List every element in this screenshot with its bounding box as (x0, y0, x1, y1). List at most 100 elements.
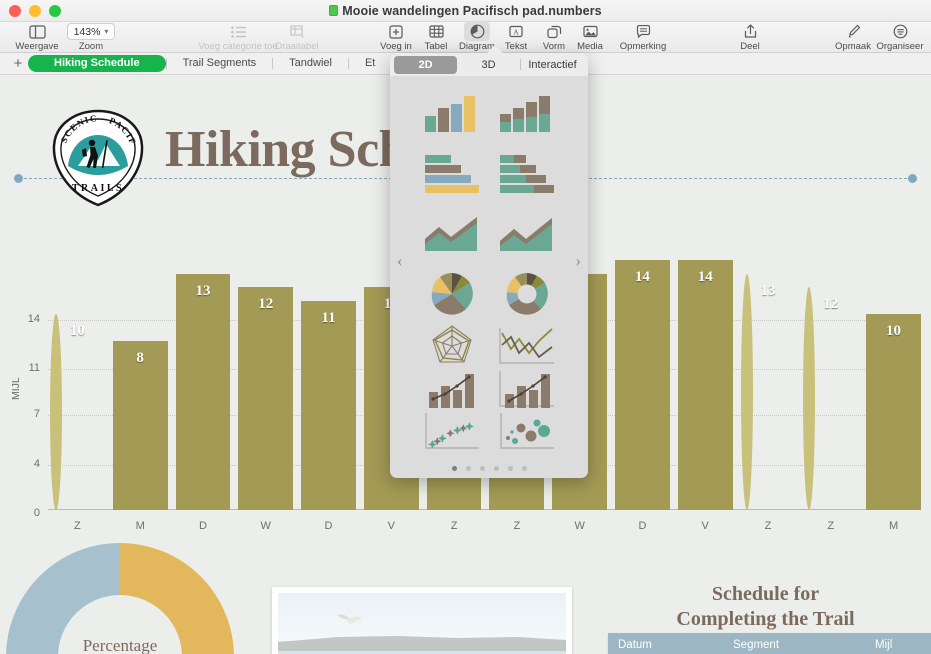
schedule-title-line-1: Schedule for (600, 582, 931, 607)
chart-bar-group[interactable]: 12 (803, 230, 858, 510)
format-brush-icon (846, 22, 861, 41)
toolbar-button-tabel[interactable]: Tabel (415, 22, 457, 52)
chart-type-pie-chart-icon[interactable] (414, 264, 489, 324)
y-tick-7: 7 (22, 408, 40, 420)
toolbar-button-deel[interactable]: Deel (718, 22, 782, 52)
sheet-tab-hiking-schedule[interactable]: Hiking Schedule (28, 55, 166, 72)
schedule-table[interactable]: Datum Segment Mijl 5–20 juli 2015 Califo… (608, 633, 931, 654)
toolbar-button-draaitabel: Draaitabel (265, 22, 329, 52)
chart-bar-group[interactable]: 14 (678, 230, 733, 510)
chart-bar-value: 13 (176, 283, 231, 300)
chart-bar[interactable] (238, 287, 293, 510)
chart-bar-value: 14 (678, 269, 733, 286)
chart-x-label: Z (741, 520, 796, 532)
toolbar-label-zoom: Zoom (79, 41, 103, 52)
chart-type-bubble-chart-icon[interactable] (489, 410, 564, 452)
donut-center-label: Percentage of Trail (0, 635, 240, 654)
y-tick-4: 4 (22, 458, 40, 470)
chart-type-stacked-area-chart-icon[interactable] (489, 204, 564, 264)
popover-segmented-control: 2D 3D Interactief (390, 53, 588, 76)
selection-handle-right[interactable] (908, 174, 917, 183)
chart-type-area-chart-icon[interactable] (414, 204, 489, 264)
donut-chart[interactable]: Percentage of Trail (0, 537, 240, 654)
popover-page-dot[interactable] (508, 466, 513, 471)
chart-type-column-line-2-chart-icon[interactable] (489, 368, 564, 410)
chart-type-scatter-chart-icon[interactable] (414, 410, 489, 452)
coastline-photo[interactable] (272, 587, 572, 654)
chart-bar[interactable] (678, 260, 733, 510)
zoom-select[interactable]: 143% ▾ (67, 23, 116, 40)
sheet-tab-tandwiel[interactable]: Tandwiel (273, 55, 348, 72)
chart-bar[interactable] (741, 274, 753, 510)
popover-page-dot[interactable] (452, 466, 457, 471)
popover-next-button[interactable]: › (575, 251, 581, 271)
table-header-row: Datum Segment Mijl (608, 633, 931, 654)
tab-interactief[interactable]: Interactief (521, 56, 584, 74)
popover-prev-button[interactable]: ‹ (397, 251, 403, 271)
chart-x-label: Z (427, 520, 482, 532)
popover-page-dot[interactable] (480, 466, 485, 471)
chart-x-label: M (113, 520, 168, 532)
chart-type-radar-chart-icon[interactable] (414, 324, 489, 368)
chart-bar-group[interactable]: 13 (741, 230, 796, 510)
organize-icon (893, 22, 908, 41)
chart-type-line-chart-icon[interactable] (489, 324, 564, 368)
popover-page-dot[interactable] (522, 466, 527, 471)
toolbar-zoom-control[interactable]: 143% ▾ Zoom (53, 22, 129, 52)
toolbar-label-voeg-in: Voeg in (380, 41, 412, 52)
document-title: Mooie wandelingen Pacifisch pad.numbers (342, 4, 602, 18)
chart-type-donut-chart-icon[interactable] (489, 264, 564, 324)
insert-icon (383, 22, 409, 41)
donut-label-line-1: Percentage (0, 635, 240, 654)
selection-handle-left[interactable] (14, 174, 23, 183)
chart-y-axis-label: MIJL (10, 377, 22, 400)
chart-type-grid (390, 79, 588, 456)
chart-bar[interactable] (50, 314, 62, 510)
popover-page-dot[interactable] (494, 466, 499, 471)
chart-bar-value: 8 (113, 350, 168, 367)
chart-bar-group[interactable]: 10 (50, 230, 105, 510)
chart-bar-group[interactable]: 10 (866, 230, 921, 510)
toolbar-button-organiseer[interactable]: Organiseer (869, 22, 931, 52)
schedule-title: Schedule for Completing the Trail (600, 582, 931, 632)
chart-bar-group[interactable]: 14 (615, 230, 670, 510)
chart-type-column-chart-icon[interactable] (414, 83, 489, 143)
toolbar-button-media[interactable]: Media (566, 22, 614, 52)
zoom-value: 143% (74, 26, 101, 38)
chart-bar[interactable] (301, 301, 356, 510)
chart-bar-group[interactable]: 11 (301, 230, 356, 510)
sheet-tab-et[interactable]: Et (349, 55, 391, 72)
text-icon: A (503, 22, 529, 41)
chart-bar-group[interactable]: 8 (113, 230, 168, 510)
chart-type-stacked-bar-chart-icon[interactable] (489, 143, 564, 203)
sheet-tab-trail-segments[interactable]: Trail Segments (167, 55, 273, 72)
chart-bar-group[interactable]: 12 (238, 230, 293, 510)
column-header-mijl: Mijl (875, 639, 931, 651)
chart-type-column-line-chart-icon[interactable] (414, 368, 489, 410)
shape-icon (541, 22, 567, 41)
tab-2d[interactable]: 2D (394, 56, 457, 74)
chart-bar-group[interactable]: 13 (176, 230, 231, 510)
chart-x-labels: ZMDWDVZZWDVZZM (50, 520, 921, 532)
chart-bar-value: 12 (238, 296, 293, 313)
chart-type-bar-chart-icon[interactable] (414, 143, 489, 203)
tab-3d[interactable]: 3D (457, 56, 520, 74)
chart-x-label: Z (50, 520, 105, 532)
toolbar-button-opmerking[interactable]: Opmerking (610, 22, 676, 52)
chart-bar[interactable] (866, 314, 921, 510)
chart-type-popover[interactable]: 2D 3D Interactief (390, 53, 588, 478)
chart-bar[interactable] (176, 274, 231, 510)
schedule-title-line-2: Completing the Trail (600, 607, 931, 632)
document-title-bar: Mooie wandelingen Pacifisch pad.numbers (0, 4, 931, 18)
chart-bar-value: 10 (866, 323, 921, 340)
chart-bar[interactable] (615, 260, 670, 510)
toolbar-label-tabel: Tabel (425, 41, 448, 52)
popover-page-dot[interactable] (466, 466, 471, 471)
chart-icon (464, 22, 490, 41)
chart-type-stacked-column-chart-icon[interactable] (489, 83, 564, 143)
chart-bar[interactable] (803, 287, 815, 510)
window-titlebar: Mooie wandelingen Pacifisch pad.numbers (0, 0, 931, 22)
svg-text:TRAILS: TRAILS (72, 183, 124, 194)
add-sheet-button[interactable]: + (8, 55, 28, 72)
toolbar-button-voeg-in[interactable]: Voeg in (375, 22, 417, 52)
